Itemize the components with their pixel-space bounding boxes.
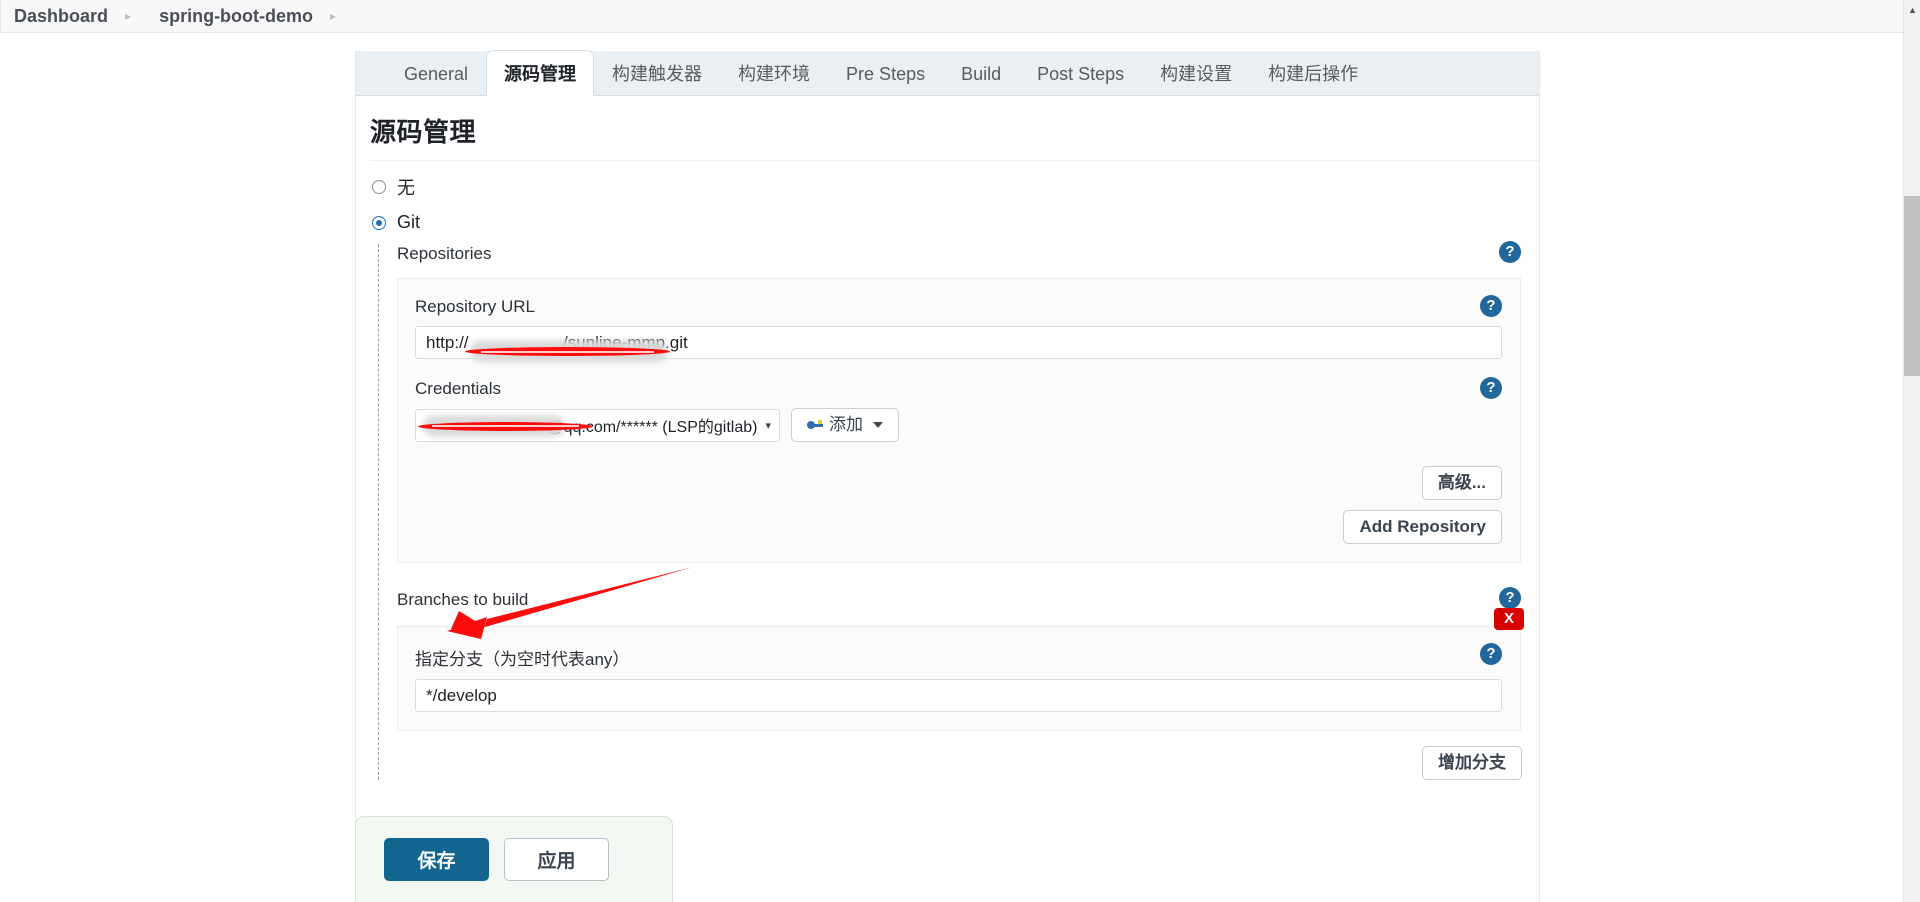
add-credentials-label: 添加 [829,415,863,434]
branch-spec-label: 指定分支（为空时代表any） [415,650,630,669]
credentials-select[interactable]: @qq.com/****** (LSP的gitlab) ▾ [415,408,780,442]
caret-down-icon-add-credentials [873,422,883,428]
save-button[interactable]: 保存 [384,838,489,881]
branches-to-build-label: Branches to build [397,590,529,609]
add-branch-button-row: 增加分支 [397,746,1522,780]
repository-url-field: Repository URL ? [415,295,1502,362]
help-icon-repositories[interactable]: ? [1499,241,1521,263]
sticky-save-bar: 保存 应用 [355,816,673,902]
scm-section-header: 源码管理 [356,96,1539,161]
scroll-up-arrow-icon[interactable]: ▲ [1904,2,1920,18]
breadcrumb: Dashboard ▸ spring-boot-demo ▸ [0,0,1903,33]
tab-build-settings[interactable]: 构建设置 [1142,50,1250,95]
credentials-row: @qq.com/****** (LSP的gitlab) ▾ 添加 [415,408,1502,442]
chevron-right-icon-1: ▸ [125,9,132,23]
breadcrumb-left-rule [0,0,1,32]
chevron-down-icon-credentials: ▾ [765,419,771,432]
delete-branch-button[interactable]: X [1494,608,1524,630]
help-icon-branches[interactable]: ? [1499,587,1521,609]
add-repository-button[interactable]: Add Repository [1343,510,1502,544]
radio-git-label: Git [397,212,421,232]
tab-general[interactable]: General [386,50,486,95]
scm-option-none[interactable]: 无 [356,174,1539,200]
add-repository-button-row: Add Repository [415,510,1502,544]
add-credentials-button[interactable]: 添加 [791,408,899,442]
tab-pre-steps[interactable]: Pre Steps [828,50,943,95]
help-icon-branch-spec[interactable]: ? [1480,643,1502,665]
apply-button[interactable]: 应用 [504,838,609,881]
radio-git[interactable] [372,215,386,230]
redaction-strike-credentials-user [418,421,593,431]
tab-build-environment[interactable]: 构建环境 [720,50,828,95]
scm-option-git[interactable]: Git ? [356,212,1539,233]
branch-spec-panel: X 指定分支（为空时代表any） ? [397,608,1524,731]
radio-none-label: 无 [397,178,415,198]
tab-build-triggers[interactable]: 构建触发器 [594,50,720,95]
help-icon-repository-url[interactable]: ? [1480,295,1502,317]
radio-none[interactable] [372,180,386,194]
tab-post-build-actions[interactable]: 构建后操作 [1250,50,1376,95]
advanced-button-row: 高级... [415,466,1502,500]
tab-post-steps[interactable]: Post Steps [1019,50,1142,95]
branches-label-row: Branches to build ? [397,587,1539,610]
job-config-card: General 源码管理 构建触发器 构建环境 Pre Steps Build … [355,50,1540,902]
advanced-button[interactable]: 高级... [1421,466,1502,500]
credentials-label: Credentials [415,379,501,398]
redaction-strike-url-host [465,347,670,356]
breadcrumb-item-spring-boot-demo[interactable]: spring-boot-demo [159,6,313,27]
repository-panel: Repository URL ? Credentials ? @qq.com/*… [397,278,1521,563]
page-scrollbar[interactable]: ▲ [1903,0,1920,902]
credentials-field: Credentials ? @qq.com/****** (LSP的gitlab… [415,377,1502,442]
tab-source-code-management[interactable]: 源码管理 [486,50,595,96]
tab-build[interactable]: Build [943,50,1019,95]
add-branch-button[interactable]: 增加分支 [1422,746,1522,780]
repositories-label: Repositories [397,244,492,263]
breadcrumb-item-dashboard[interactable]: Dashboard [14,6,108,27]
branch-spec-field: 指定分支（为空时代表any） ? [415,643,1502,712]
repositories-label-row: Repositories ? [397,241,1539,264]
branch-spec-input[interactable] [415,679,1502,712]
help-icon-credentials[interactable]: ? [1480,377,1502,399]
repository-url-label: Repository URL [415,297,535,316]
page-title: 源码管理 [370,117,477,147]
git-config-body: Repositories ? Repository URL ? Credenti… [378,241,1539,780]
chevron-right-icon-2[interactable]: ▸ [330,9,336,23]
config-tab-strip: General 源码管理 构建触发器 构建环境 Pre Steps Build … [356,50,1539,96]
key-icon [807,419,823,431]
scrollbar-thumb[interactable] [1904,196,1920,376]
heading-divider [370,160,1539,161]
